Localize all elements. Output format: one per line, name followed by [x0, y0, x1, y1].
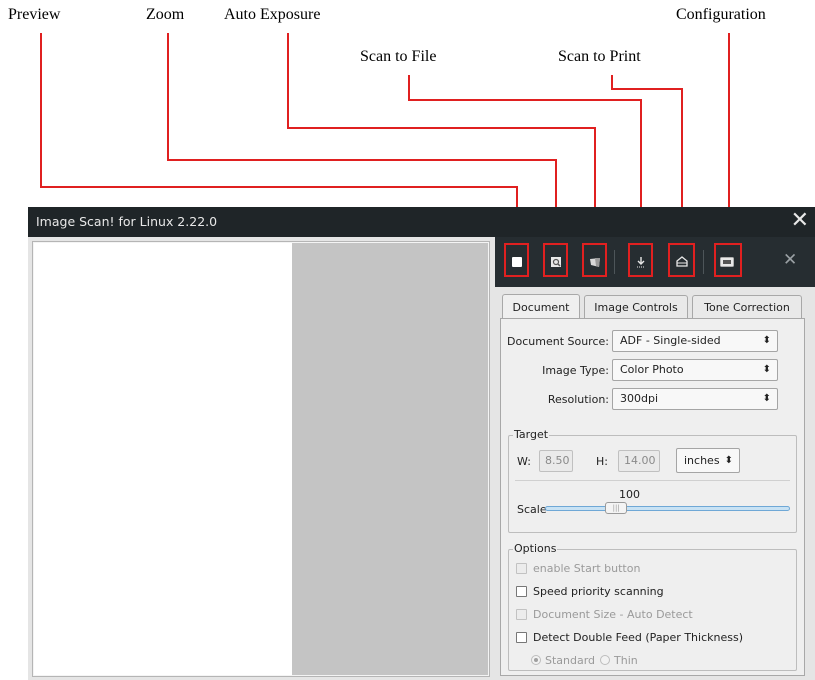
enable-start-checkbox[interactable]: enable Start button	[516, 560, 640, 576]
checkbox-box	[516, 585, 527, 597]
preview-highlight	[504, 243, 529, 277]
units-select[interactable]: inches ⬍	[676, 448, 740, 473]
auto-exposure-leader-v1	[287, 33, 289, 129]
preview-leader-v1	[40, 33, 42, 188]
document-size-auto-checkbox[interactable]: Document Size - Auto Detect	[516, 606, 693, 622]
resolution-select[interactable]: 300dpi ⬍	[612, 388, 778, 410]
zoom-leader-h	[167, 159, 557, 161]
tab-image-controls[interactable]: Image Controls	[584, 295, 688, 319]
scan-to-print-highlight	[668, 243, 695, 277]
height-label: H:	[596, 455, 608, 468]
zoom-leader-v1	[167, 33, 169, 161]
standard-label: Standard	[545, 653, 596, 667]
app-window: Image Scan! for Linux 2.22.0 ✕ ✕ Documen…	[28, 207, 815, 680]
window-title: Image Scan! for Linux 2.22.0	[36, 214, 218, 229]
preview-leader-h	[40, 186, 518, 188]
zoom-highlight	[543, 243, 568, 277]
image-type-label: Image Type:	[542, 364, 609, 377]
chevron-up-down-icon: ⬍	[762, 364, 771, 375]
resolution-label: Resolution:	[547, 393, 609, 406]
callout-configuration: Configuration	[676, 6, 766, 23]
callout-zoom: Zoom	[146, 6, 185, 23]
document-size-auto-label: Document Size - Auto Detect	[533, 607, 693, 621]
callout-scan-to-print: Scan to Print	[558, 48, 641, 65]
scan-to-file-leader-v1	[408, 75, 410, 101]
image-type-value: Color Photo	[620, 363, 684, 376]
double-feed-label: Detect Double Feed (Paper Thickness)	[533, 630, 743, 644]
scale-slider-handle[interactable]: |||	[605, 502, 628, 514]
document-source-value: ADF - Single-sided	[620, 334, 721, 347]
chevron-up-down-icon: ⬍	[724, 455, 733, 466]
scale-value: 100	[619, 488, 640, 501]
options-group: Options enable Start button Speed priori…	[508, 542, 797, 671]
panel-close-icon[interactable]: ✕	[783, 250, 797, 270]
resolution-value: 300dpi	[620, 392, 659, 405]
target-divider	[515, 480, 790, 481]
callout-scan-to-file: Scan to File	[360, 48, 437, 65]
window-close-icon[interactable]: ✕	[791, 208, 809, 234]
document-source-select[interactable]: ADF - Single-sided ⬍	[612, 330, 778, 352]
units-value: inches	[684, 454, 720, 467]
checkbox-box	[516, 608, 527, 620]
preview-page	[34, 243, 292, 675]
speed-priority-label: Speed priority scanning	[533, 584, 664, 598]
chevron-up-down-icon: ⬍	[762, 393, 771, 404]
toolbar-separator	[614, 250, 615, 274]
document-source-label: Document Source:	[507, 335, 609, 348]
preview-background	[292, 243, 488, 675]
width-label: W:	[517, 455, 531, 468]
target-group: Target W: 8.50 H: 14.00 inches ⬍ Scale 1…	[508, 428, 797, 533]
standard-radio[interactable]	[531, 655, 541, 665]
document-tab-panel: Document Source: ADF - Single-sided ⬍ Im…	[500, 318, 805, 676]
title-bar: Image Scan! for Linux 2.22.0 ✕	[28, 207, 815, 237]
speed-priority-checkbox[interactable]: Speed priority scanning	[516, 583, 664, 599]
preview-area[interactable]	[32, 241, 490, 677]
thin-label: Thin	[614, 653, 638, 667]
enable-start-label: enable Start button	[533, 561, 641, 575]
callout-preview: Preview	[8, 6, 61, 23]
auto-exposure-leader-h	[287, 127, 596, 129]
width-field[interactable]: 8.50	[539, 450, 573, 472]
tab-document[interactable]: Document	[502, 294, 580, 319]
tab-tone-correction[interactable]: Tone Correction	[692, 295, 802, 319]
thickness-radio-row: Standard Thin	[531, 652, 638, 668]
scale-label: Scale	[517, 503, 547, 516]
scan-to-file-leader-h	[408, 99, 642, 101]
double-feed-checkbox[interactable]: Detect Double Feed (Paper Thickness)	[516, 629, 743, 645]
image-type-select[interactable]: Color Photo ⬍	[612, 359, 778, 381]
checkbox-box	[516, 631, 527, 643]
toolbar-separator	[703, 250, 704, 274]
scan-to-file-highlight	[628, 243, 653, 277]
chevron-up-down-icon: ⬍	[762, 335, 771, 346]
scan-to-print-leader-h	[611, 88, 683, 90]
target-group-title: Target	[513, 428, 550, 441]
scale-slider[interactable]	[545, 506, 790, 511]
configuration-highlight	[714, 243, 742, 277]
height-field[interactable]: 14.00	[618, 450, 660, 472]
callout-auto-exposure: Auto Exposure	[224, 6, 321, 23]
auto-exposure-highlight	[582, 243, 607, 277]
thin-radio[interactable]	[600, 655, 611, 665]
options-group-title: Options	[513, 542, 558, 555]
checkbox-box	[516, 562, 527, 574]
